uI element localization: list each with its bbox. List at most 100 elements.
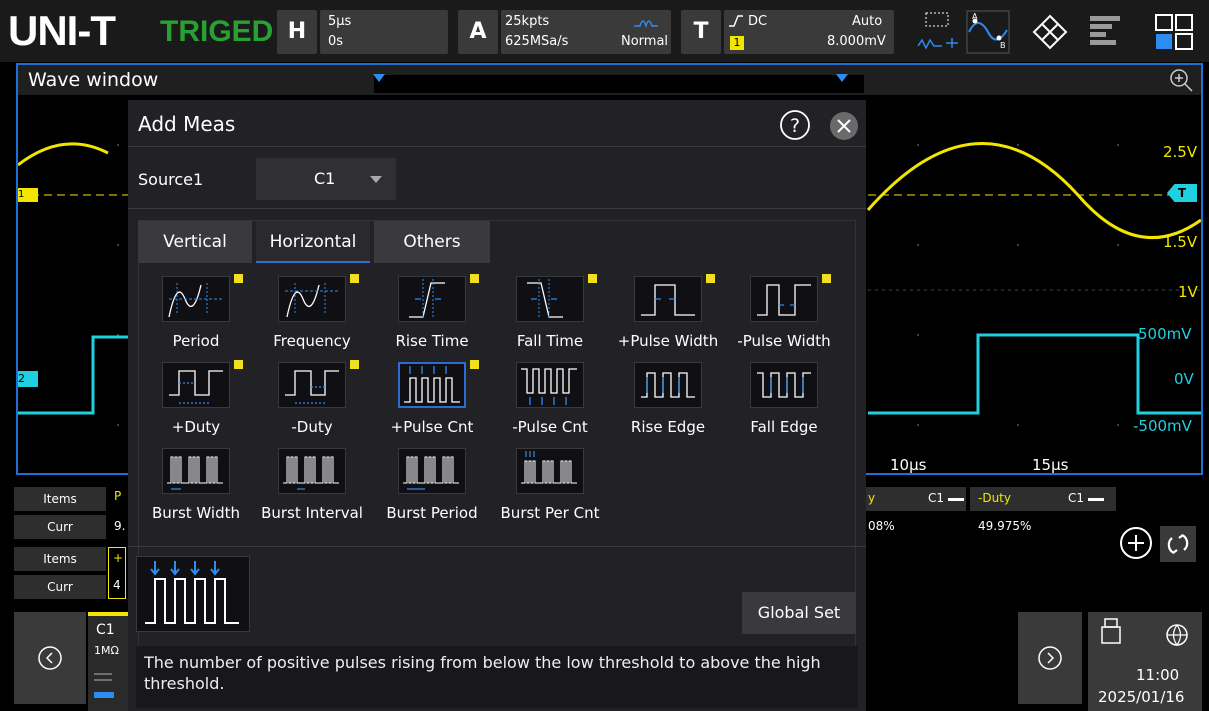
meas-burst-period-label: Burst Period: [386, 504, 478, 522]
ch1-channel-tile[interactable]: C1 1MΩ: [88, 612, 128, 711]
meas-burst-per-cnt-tile[interactable]: [516, 448, 584, 494]
zoom-in-icon[interactable]: [1168, 67, 1194, 93]
zoom-mode-button[interactable]: [916, 10, 960, 54]
positive-duty-icon: [169, 370, 223, 404]
meas-burst-width-tile[interactable]: [162, 448, 230, 494]
zoom-icon: [917, 12, 958, 50]
system-status-panel[interactable]: 11:00 2025/01/16: [1088, 612, 1202, 711]
meas-neg-pulse-width-label: -Pulse Width: [737, 332, 831, 350]
meas-duty-neg-header: -Duty C1: [970, 487, 1116, 511]
trigger-level: 8.000mV: [827, 34, 886, 49]
dialog-title: Add Meas: [138, 112, 236, 136]
meas-rise-edge-tile[interactable]: [634, 362, 702, 408]
memory-position-bar[interactable]: [374, 75, 864, 93]
measure-menu-button[interactable]: [1086, 12, 1126, 52]
tab-horizontal[interactable]: Horizontal: [256, 221, 370, 263]
meas-curr-label: Curr: [14, 515, 106, 539]
source1-label: Source1: [138, 170, 204, 189]
source1-select[interactable]: C1: [256, 158, 396, 200]
negative-pulse-count-icon: [521, 368, 577, 405]
timebase-value: 5μs: [328, 14, 352, 29]
meas-burst-period-tile[interactable]: [398, 448, 466, 494]
meas-fall-edge-tile[interactable]: [750, 362, 818, 408]
meas-duty-pos-header: y C1: [866, 487, 966, 511]
acquire-mode: Normal: [621, 34, 669, 49]
view-end-marker: [836, 74, 848, 82]
time-scale-label: 15μs: [1032, 456, 1069, 474]
acquire-letter: A: [469, 19, 487, 44]
trigger-button[interactable]: T: [681, 10, 721, 54]
meas-value: 08%: [868, 519, 895, 533]
time-offset-value: 0s: [328, 34, 344, 49]
cursor-button[interactable]: A B: [966, 10, 1010, 54]
meas-rise-time-tile[interactable]: [398, 276, 466, 322]
positive-pulse-count-preview-icon: [145, 561, 239, 624]
channel-label: C1: [96, 622, 115, 638]
trigger-source-badge: 1: [730, 36, 744, 50]
negative-duty-icon: [285, 370, 339, 404]
negative-pulse-width-icon: [757, 284, 811, 316]
tab-others[interactable]: Others: [374, 221, 490, 263]
meas-fall-edge-label: Fall Edge: [750, 418, 818, 436]
meas-fall-time-tile[interactable]: [516, 276, 584, 322]
meas-source: C1: [1068, 491, 1085, 505]
acquire-button[interactable]: A: [458, 10, 498, 54]
trigger-status: TRIGED: [160, 15, 274, 48]
meas-name: +: [113, 551, 124, 565]
ch2-scale-label: 500mV: [1138, 325, 1192, 343]
meas-curr-label: Curr: [14, 575, 106, 599]
trigger-letter: T: [693, 19, 709, 44]
fall-edge-icon: [757, 372, 811, 398]
horizontal-settings[interactable]: 5μs 0s: [320, 10, 448, 54]
layout-button[interactable]: [1152, 12, 1196, 52]
selected-badge-icon: [234, 360, 243, 369]
math-button[interactable]: [1030, 12, 1070, 52]
chevron-left-icon: [38, 646, 62, 670]
meas-pos-duty-label: +Duty: [171, 418, 221, 436]
meas-frequency-tile[interactable]: [278, 276, 346, 322]
meas-period-tile[interactable]: [162, 276, 230, 322]
ch2-scale-label: 0V: [1174, 370, 1194, 388]
bottom-next-button[interactable]: [1018, 612, 1082, 704]
refresh-measure-button[interactable]: [1160, 526, 1196, 562]
selected-badge-icon: [822, 274, 831, 283]
tab-vertical[interactable]: Vertical: [138, 221, 252, 263]
svg-text:A: A: [972, 12, 978, 21]
meas-pos-pulse-cnt-label: +Pulse Cnt: [390, 418, 474, 436]
meas-pos-pulse-cnt-tile[interactable]: [398, 362, 466, 408]
chevron-down-icon: [370, 176, 382, 183]
rise-time-icon: [409, 279, 445, 319]
view-start-marker: [373, 74, 385, 82]
usb-storage-icon: [1101, 618, 1121, 644]
meas-value: 4: [113, 578, 121, 592]
horizontal-button[interactable]: H: [277, 10, 317, 54]
global-set-button[interactable]: Global Set: [742, 592, 856, 634]
memory-depth: 25kpts: [505, 14, 550, 29]
ch2-offset-marker[interactable]: 2: [18, 371, 38, 387]
meas-pos-pulse-width-tile[interactable]: [634, 276, 702, 322]
meas-neg-pulse-width-tile[interactable]: [750, 276, 818, 322]
ch1-scale-label: 1V: [1178, 283, 1198, 301]
bottom-prev-button[interactable]: [14, 612, 86, 704]
meas-selected-cell[interactable]: + 4: [108, 547, 126, 599]
clock-date: 2025/01/16: [1098, 688, 1185, 706]
meas-burst-interval-tile[interactable]: [278, 448, 346, 494]
svg-text:?: ?: [790, 115, 800, 137]
burst-per-count-icon: [521, 451, 577, 484]
help-icon[interactable]: ?: [778, 108, 812, 142]
trigger-settings[interactable]: DC Auto 1 8.000mV: [724, 10, 894, 54]
trigger-mode: Auto: [852, 14, 883, 29]
ch1-scale-label: 1.5V: [1163, 233, 1198, 251]
meas-value: 49.975%: [978, 519, 1032, 533]
meas-neg-pulse-cnt-tile[interactable]: [516, 362, 584, 408]
add-measure-icon[interactable]: [1118, 525, 1154, 561]
acquire-settings[interactable]: 25kpts 625MSa/s Normal: [501, 10, 671, 54]
positive-pulse-count-icon: [404, 366, 460, 403]
burst-period-icon: [403, 456, 459, 490]
meas-pos-duty-tile[interactable]: [162, 362, 230, 408]
ch1-offset-marker[interactable]: 1: [18, 188, 38, 202]
list-divider: [128, 546, 866, 547]
selected-badge-icon: [470, 360, 479, 369]
meas-neg-duty-tile[interactable]: [278, 362, 346, 408]
close-icon[interactable]: [828, 110, 860, 142]
